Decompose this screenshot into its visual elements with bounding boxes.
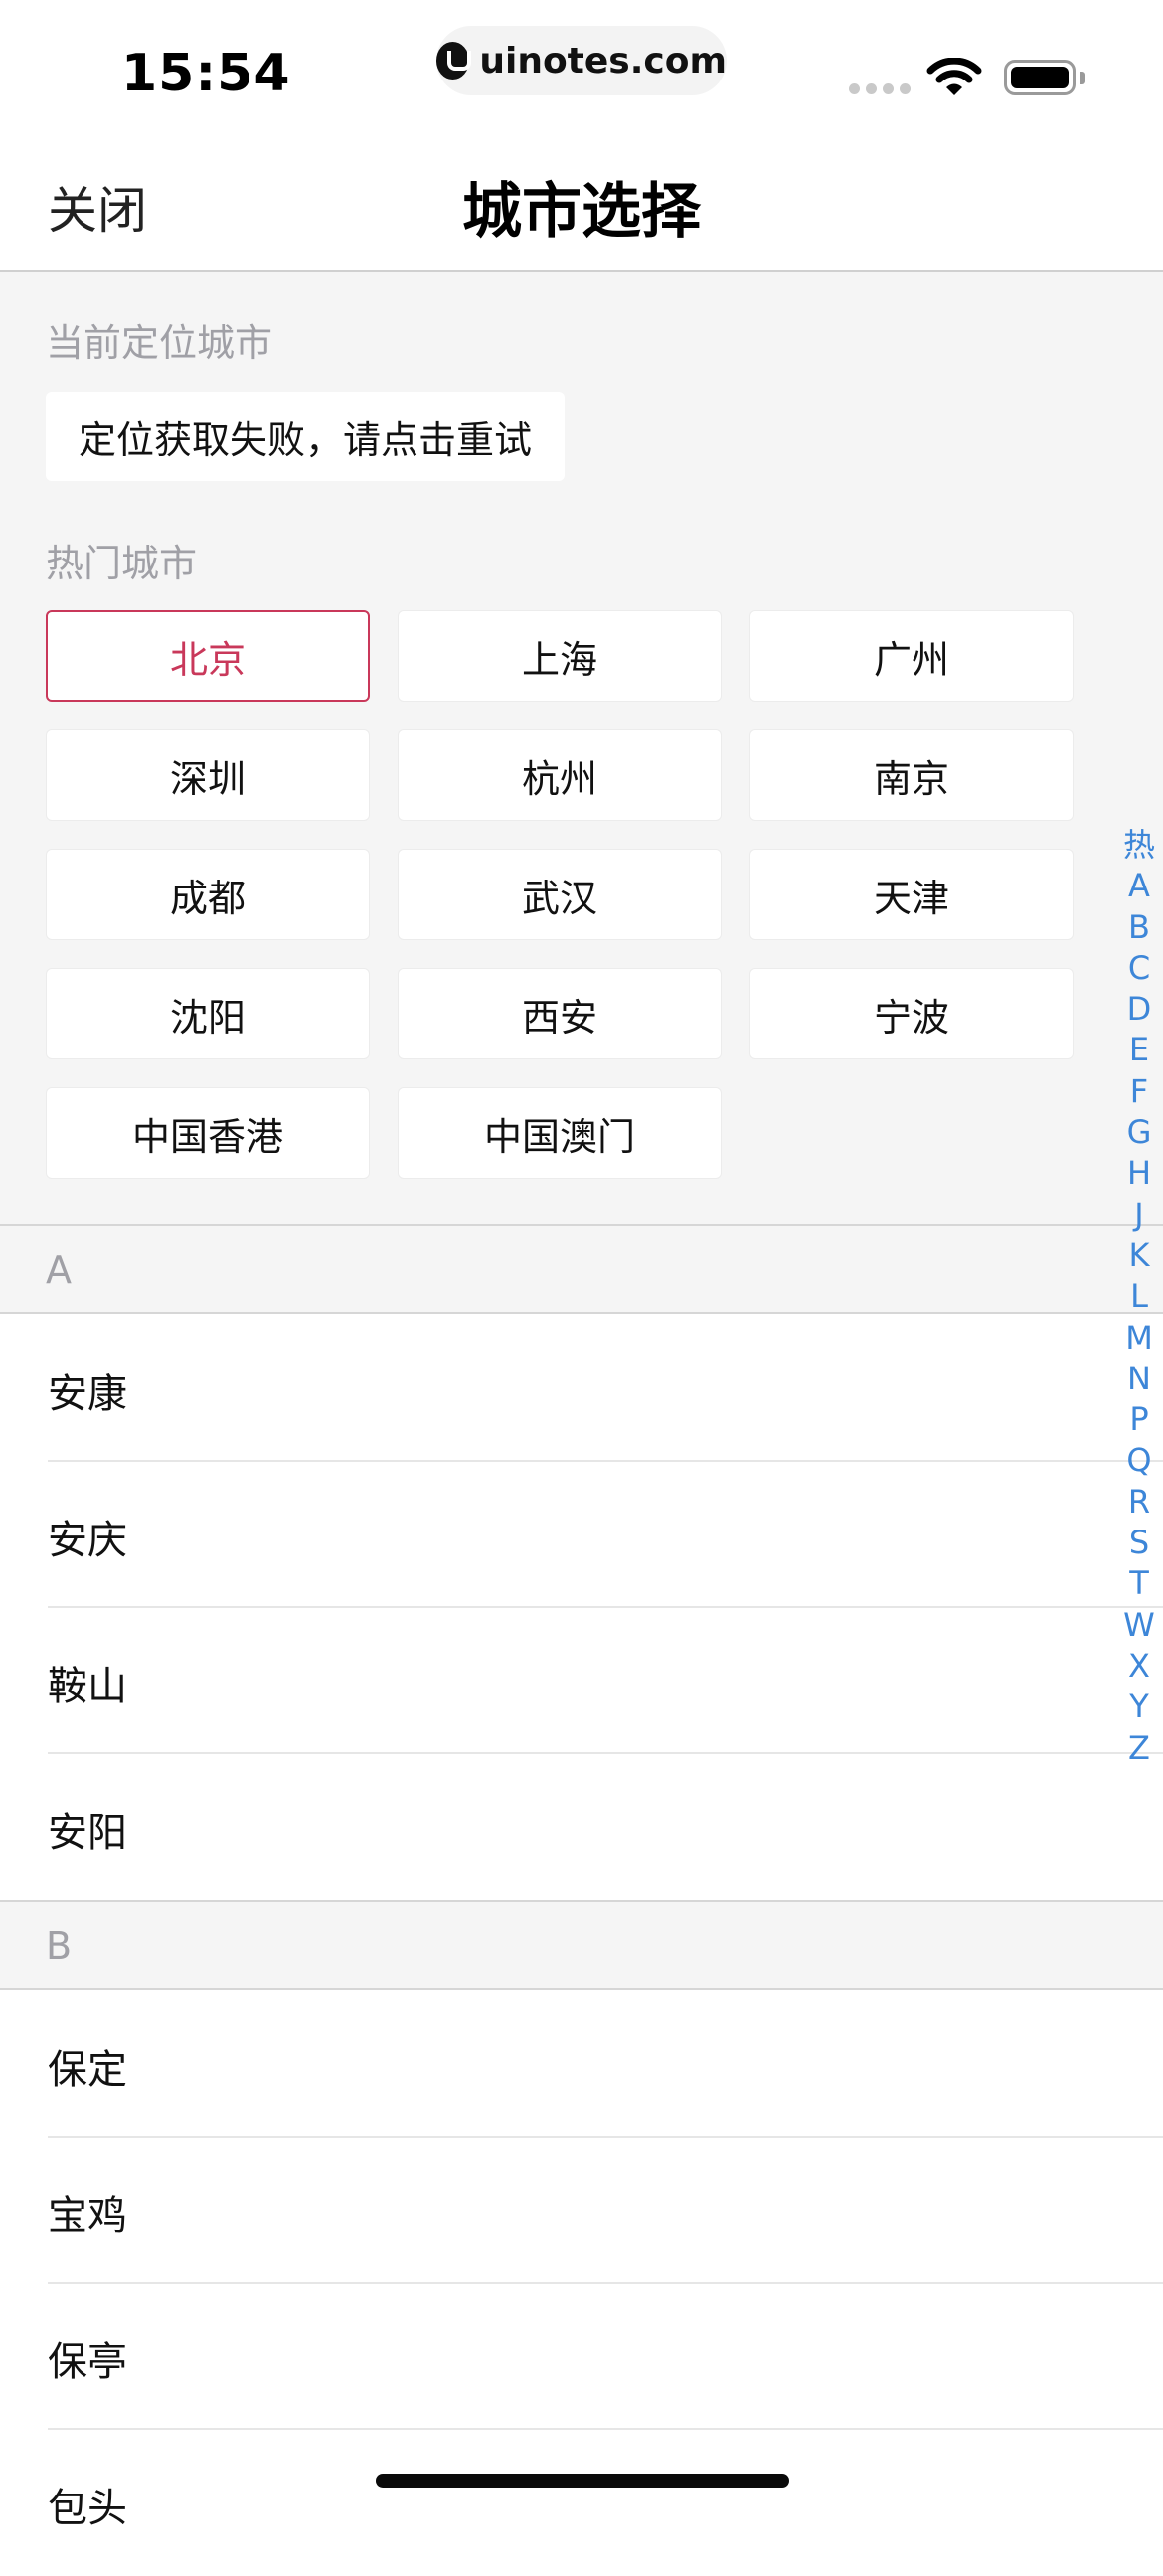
city-row[interactable]: 宝鸡 — [0, 2138, 1163, 2284]
hot-city-button[interactable]: 南京 — [749, 729, 1074, 821]
status-bar: 15:54 uinotes.com — [0, 0, 1163, 131]
index-item[interactable]: N — [1117, 1359, 1161, 1399]
index-item[interactable]: Q — [1117, 1440, 1161, 1481]
index-item[interactable]: E — [1117, 1030, 1161, 1070]
index-item[interactable]: F — [1117, 1071, 1161, 1112]
hot-city-button[interactable]: 中国香港 — [46, 1087, 370, 1179]
index-item[interactable]: B — [1117, 907, 1161, 948]
url-pill[interactable]: uinotes.com — [436, 26, 727, 95]
city-name: 保定 — [48, 2047, 127, 2093]
city-name: 安庆 — [48, 1518, 127, 1563]
page-title: 城市选择 — [462, 177, 701, 246]
status-time: 15:54 — [121, 44, 291, 103]
hot-city-button[interactable]: 广州 — [749, 610, 1074, 702]
home-indicator[interactable] — [376, 2474, 789, 2488]
index-item[interactable]: Z — [1117, 1728, 1161, 1769]
city-name: 鞍山 — [48, 1664, 127, 1709]
nav-bar: 关闭 城市选择 — [0, 131, 1163, 272]
index-item[interactable]: K — [1117, 1235, 1161, 1276]
hot-city-button[interactable]: 中国澳门 — [398, 1087, 722, 1179]
section-header-a: A — [0, 1224, 1163, 1314]
hot-cities-label: 热门城市 — [46, 542, 198, 585]
site-logo-icon — [436, 42, 472, 80]
alphabet-index-bar[interactable]: 热 A B C D E F G H J K L M N P Q R S T W … — [1117, 825, 1161, 1769]
hot-city-button[interactable]: 杭州 — [398, 729, 722, 821]
index-item[interactable]: A — [1117, 866, 1161, 906]
index-item[interactable]: H — [1117, 1153, 1161, 1194]
battery-cap — [1080, 72, 1085, 84]
hot-city-button[interactable]: 西安 — [398, 968, 722, 1059]
city-name: 包头 — [48, 2486, 127, 2531]
hot-city-button[interactable]: 天津 — [749, 849, 1074, 940]
city-name: 保亭 — [48, 2339, 127, 2385]
city-name: 安阳 — [48, 1810, 127, 1855]
index-item[interactable]: C — [1117, 948, 1161, 989]
hot-city-button[interactable]: 宁波 — [749, 968, 1074, 1059]
index-item[interactable]: 热 — [1117, 825, 1161, 866]
battery-icon — [1004, 60, 1076, 95]
city-name: 安康 — [48, 1371, 127, 1417]
index-item[interactable]: L — [1117, 1276, 1161, 1317]
city-row[interactable]: 鞍山 — [0, 1608, 1163, 1754]
city-name: 宝鸡 — [48, 2193, 127, 2239]
city-row[interactable]: 保定 — [0, 1992, 1163, 2138]
wifi-icon — [926, 58, 982, 95]
hot-city-button[interactable]: 武汉 — [398, 849, 722, 940]
index-item[interactable]: R — [1117, 1482, 1161, 1523]
index-item[interactable]: S — [1117, 1523, 1161, 1563]
index-item[interactable]: J — [1117, 1195, 1161, 1235]
hot-city-button[interactable]: 北京 — [46, 610, 370, 702]
city-row[interactable]: 保亭 — [0, 2284, 1163, 2430]
index-item[interactable]: G — [1117, 1112, 1161, 1153]
hot-city-button[interactable]: 深圳 — [46, 729, 370, 821]
section-letter: B — [46, 1924, 73, 1968]
retry-location-button[interactable]: 定位获取失败，请点击重试 — [46, 392, 565, 481]
hot-city-button[interactable]: 沈阳 — [46, 968, 370, 1059]
city-panel: 当前定位城市 定位获取失败，请点击重试 热门城市 北京 上海 广州 深圳 杭州 … — [0, 272, 1163, 1224]
city-row[interactable]: 包头 — [0, 2430, 1163, 2576]
hot-city-button[interactable]: 上海 — [398, 610, 722, 702]
city-row[interactable]: 安阳 — [0, 1754, 1163, 1900]
current-location-label: 当前定位城市 — [46, 321, 273, 365]
url-text: uinotes.com — [479, 40, 727, 81]
city-row[interactable]: 安庆 — [0, 1462, 1163, 1608]
index-item[interactable]: X — [1117, 1646, 1161, 1687]
index-item[interactable]: D — [1117, 989, 1161, 1030]
section-letter: A — [46, 1248, 72, 1292]
section-header-b: B — [0, 1900, 1163, 1990]
index-item[interactable]: M — [1117, 1318, 1161, 1359]
index-item[interactable]: W — [1117, 1605, 1161, 1646]
city-row[interactable]: 安康 — [0, 1316, 1163, 1462]
index-item[interactable]: Y — [1117, 1687, 1161, 1727]
index-item[interactable]: P — [1117, 1399, 1161, 1440]
hot-city-button[interactable]: 成都 — [46, 849, 370, 940]
index-item[interactable]: T — [1117, 1563, 1161, 1604]
cellular-signal-icon — [849, 83, 911, 94]
